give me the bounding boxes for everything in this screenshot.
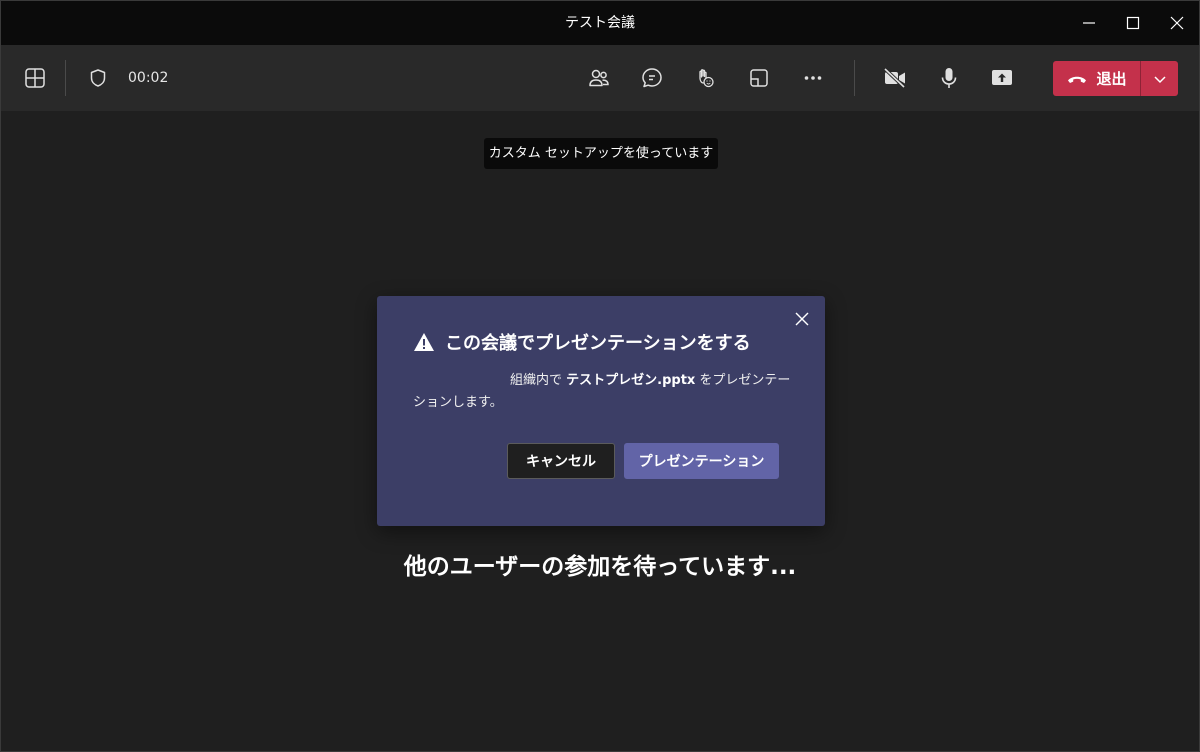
close-icon[interactable] xyxy=(791,308,813,330)
more-icon[interactable] xyxy=(797,62,829,94)
leave-label: 退出 xyxy=(1096,70,1127,88)
toolbar-divider xyxy=(65,60,66,96)
warning-icon xyxy=(414,333,434,351)
leave-options-button[interactable] xyxy=(1141,61,1178,96)
background-tooltip: カスタム セットアップを使っています xyxy=(484,138,718,169)
leave-button-group: 退出 xyxy=(1053,61,1178,96)
meeting-timer: 00:02 xyxy=(128,70,169,86)
meeting-toolbar: 00:02 退出 xyxy=(1,45,1199,111)
window-title: テスト会議 xyxy=(565,15,635,31)
dialog-title-text: この会議でプレゼンテーションをする xyxy=(445,333,751,354)
meeting-window: テスト会議 00:02 退出 カスタム セットアップを使っています この会議でプ… xyxy=(0,0,1200,752)
dialog-title: この会議でプレゼンテーションをする xyxy=(413,329,751,355)
phone-hangup-icon xyxy=(1068,76,1087,83)
window-close-icon[interactable] xyxy=(1155,1,1199,45)
camera-off-icon[interactable] xyxy=(879,62,911,94)
microphone-icon[interactable] xyxy=(933,62,965,94)
minimize-icon[interactable] xyxy=(1067,1,1111,45)
waiting-message: 他のユーザーの参加を待っています... xyxy=(403,554,797,580)
title-bar: テスト会議 xyxy=(1,1,1199,45)
dialog-message: 組織内で テストプレゼン.pptx をプレゼンテーションします。 xyxy=(413,370,793,414)
toolbar-divider xyxy=(854,60,855,96)
file-name: テストプレゼン.pptx xyxy=(566,373,696,388)
raise-hand-icon[interactable] xyxy=(689,62,721,94)
layout-grid-icon[interactable] xyxy=(19,62,51,94)
chevron-down-icon xyxy=(1153,75,1166,83)
rooms-icon[interactable] xyxy=(743,62,775,94)
maximize-icon[interactable] xyxy=(1111,1,1155,45)
leave-button[interactable]: 退出 xyxy=(1053,61,1141,96)
people-icon[interactable] xyxy=(583,62,615,94)
shield-icon[interactable] xyxy=(82,62,114,94)
cancel-button[interactable]: キャンセル xyxy=(507,443,615,479)
dialog-message-prefix: 組織内で xyxy=(510,373,567,388)
present-button[interactable]: プレゼンテーション xyxy=(624,443,779,479)
chat-icon[interactable] xyxy=(636,62,668,94)
present-dialog: この会議でプレゼンテーションをする 組織内で テストプレゼン.pptx をプレゼ… xyxy=(377,296,825,526)
share-screen-icon[interactable] xyxy=(986,62,1018,94)
